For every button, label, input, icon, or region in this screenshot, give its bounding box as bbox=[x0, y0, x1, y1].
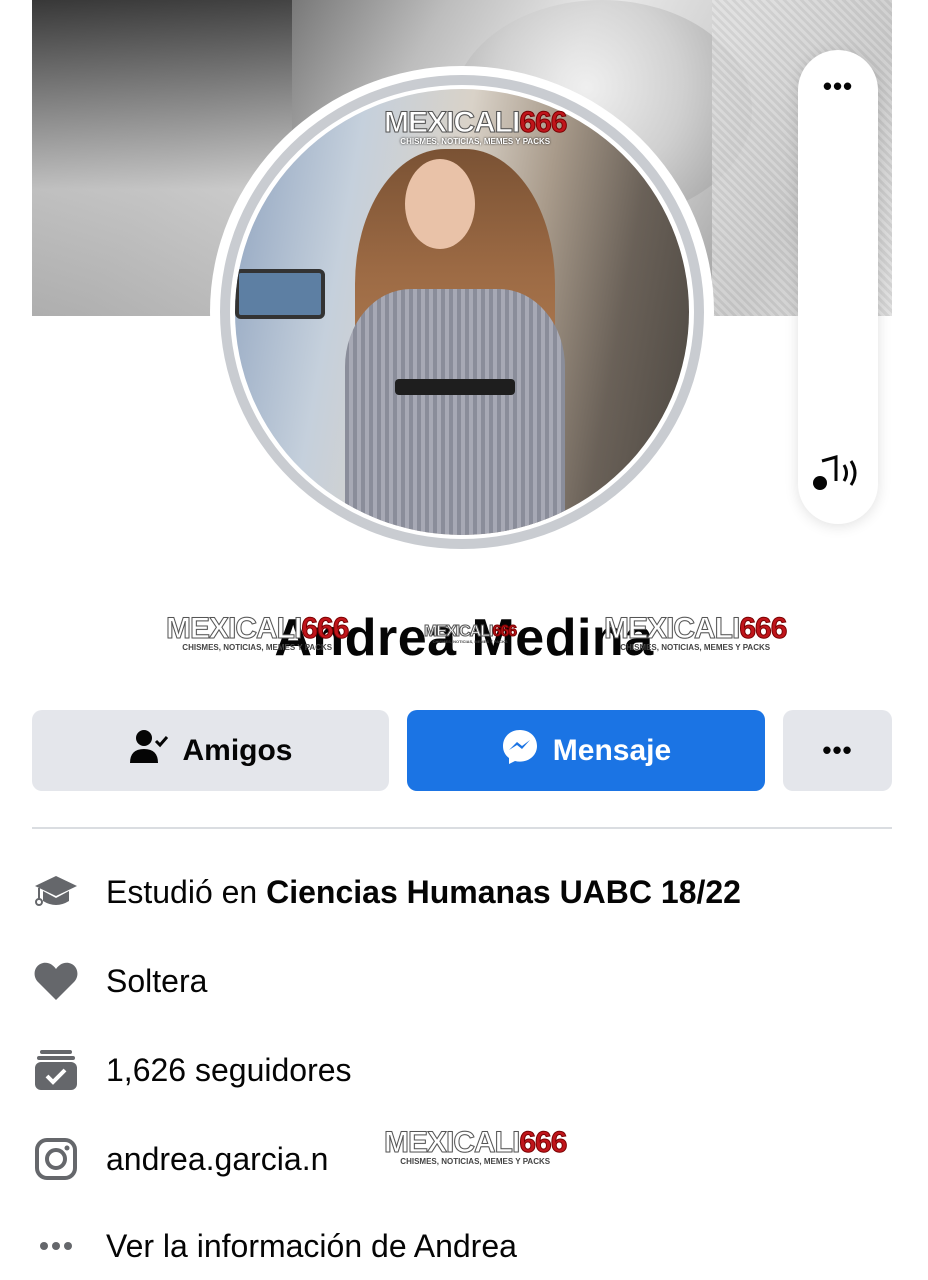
messenger-icon bbox=[501, 728, 539, 774]
education-prefix: Estudió en bbox=[106, 873, 267, 910]
photo-car-mirror bbox=[235, 269, 325, 319]
watermark-logo: MEXICALI666 CHISMES, NOTICIAS, MEMES Y P… bbox=[383, 1126, 567, 1166]
watermark-logo: MEXICALI666 CHISMES, NOTICIAS, MEMES Y P… bbox=[603, 612, 787, 652]
photo-outfit bbox=[345, 289, 565, 535]
friend-check-icon bbox=[128, 729, 169, 773]
more-horizontal-icon: ••• bbox=[822, 735, 853, 765]
more-horizontal-icon bbox=[32, 1222, 80, 1270]
graduation-cap-icon bbox=[32, 868, 80, 916]
followers-count[interactable]: 1,626 seguidores bbox=[106, 1052, 352, 1089]
info-see-about[interactable]: Ver la información de Andrea bbox=[32, 1216, 892, 1276]
watermark-logo: MEXICALI666 CHISMES, NOTICIAS, MEMES Y P… bbox=[165, 612, 349, 652]
see-about-link[interactable]: Ver la información de Andrea bbox=[106, 1228, 517, 1265]
watermark-logo: MEXICALI666 CHISMES, NOTICIAS, MEMES Y P… bbox=[423, 623, 517, 644]
instagram-handle[interactable]: andrea.garcia.n bbox=[106, 1141, 328, 1178]
education-place-link[interactable]: Ciencias Humanas UABC 18/22 bbox=[266, 874, 741, 910]
more-options-icon[interactable]: ••• bbox=[823, 73, 853, 99]
profile-picture-border bbox=[220, 75, 704, 549]
side-controls: ••• bbox=[798, 50, 878, 524]
relationship-text: Soltera bbox=[106, 962, 208, 999]
education-text: Estudió en Ciencias Humanas UABC 18/22 bbox=[106, 874, 741, 911]
instagram-icon bbox=[32, 1135, 80, 1183]
heart-icon bbox=[32, 957, 80, 1005]
profile-photo bbox=[235, 89, 689, 535]
music-sound-icon[interactable] bbox=[812, 453, 864, 502]
photo-face bbox=[405, 159, 475, 249]
info-followers[interactable]: 1,626 seguidores bbox=[32, 1040, 892, 1100]
section-divider bbox=[32, 827, 892, 829]
info-relationship: Soltera bbox=[32, 951, 892, 1011]
friends-button[interactable]: Amigos bbox=[32, 710, 389, 791]
more-actions-button[interactable]: ••• bbox=[783, 710, 892, 791]
photo-belt bbox=[395, 379, 515, 395]
info-education: Estudió en Ciencias Humanas UABC 18/22 bbox=[32, 862, 892, 922]
message-button-label: Mensaje bbox=[552, 733, 672, 767]
friends-button-label: Amigos bbox=[182, 733, 293, 767]
message-button[interactable]: Mensaje bbox=[407, 710, 765, 791]
followers-rss-icon bbox=[32, 1046, 80, 1094]
watermark-logo: MEXICALI666 CHISMES, NOTICIAS, MEMES Y P… bbox=[383, 106, 567, 146]
